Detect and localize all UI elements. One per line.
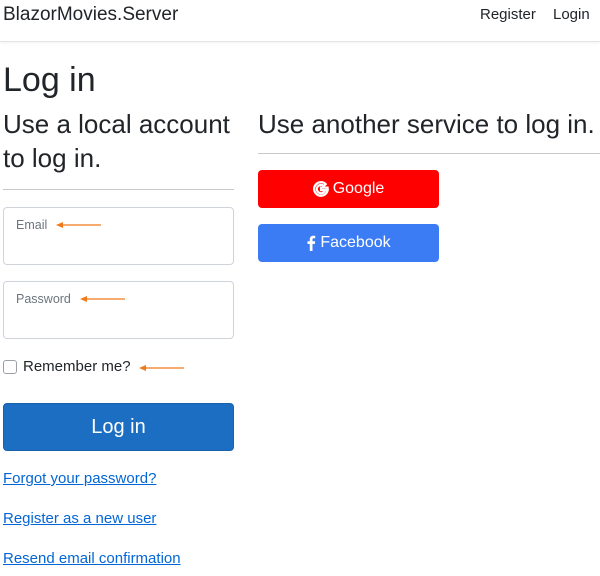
email-input[interactable] [14,234,223,258]
login-button[interactable]: Log in [3,403,234,451]
remember-checkbox[interactable] [3,360,17,374]
nav-register-link[interactable]: Register [480,6,536,23]
local-divider [3,189,234,190]
external-divider [258,153,600,154]
google-icon [312,181,329,197]
facebook-login-button[interactable]: Facebook [258,224,439,262]
facebook-label: Facebook [320,234,391,251]
register-new-user-link[interactable]: Register as a new user [3,510,156,527]
external-service-heading: Use another service to log in. [258,109,595,139]
nav-login-link[interactable]: Login [553,6,590,23]
annotation-arrow-password [80,295,126,303]
remember-label[interactable]: Remember me? [23,358,131,375]
email-field[interactable]: Email [3,207,234,265]
resend-confirmation-link[interactable]: Resend email confirmation [3,550,181,567]
forgot-password-link[interactable]: Forgot your password? [3,470,156,487]
page-title: Log in [3,61,96,99]
annotation-arrow-remember [139,364,185,372]
email-label: Email [16,218,48,232]
password-field[interactable]: Password [3,281,234,339]
google-label: Google [332,180,385,197]
password-label: Password [16,292,71,306]
facebook-icon [307,235,316,251]
local-account-heading: Use a local account to log in. [3,109,230,173]
annotation-arrow-email [56,221,102,229]
password-input[interactable] [14,308,223,332]
top-navbar: BlazorMovies.Server Register Login [0,0,600,42]
brand-link[interactable]: BlazorMovies.Server [3,4,178,26]
google-login-button[interactable]: Google [258,170,439,208]
